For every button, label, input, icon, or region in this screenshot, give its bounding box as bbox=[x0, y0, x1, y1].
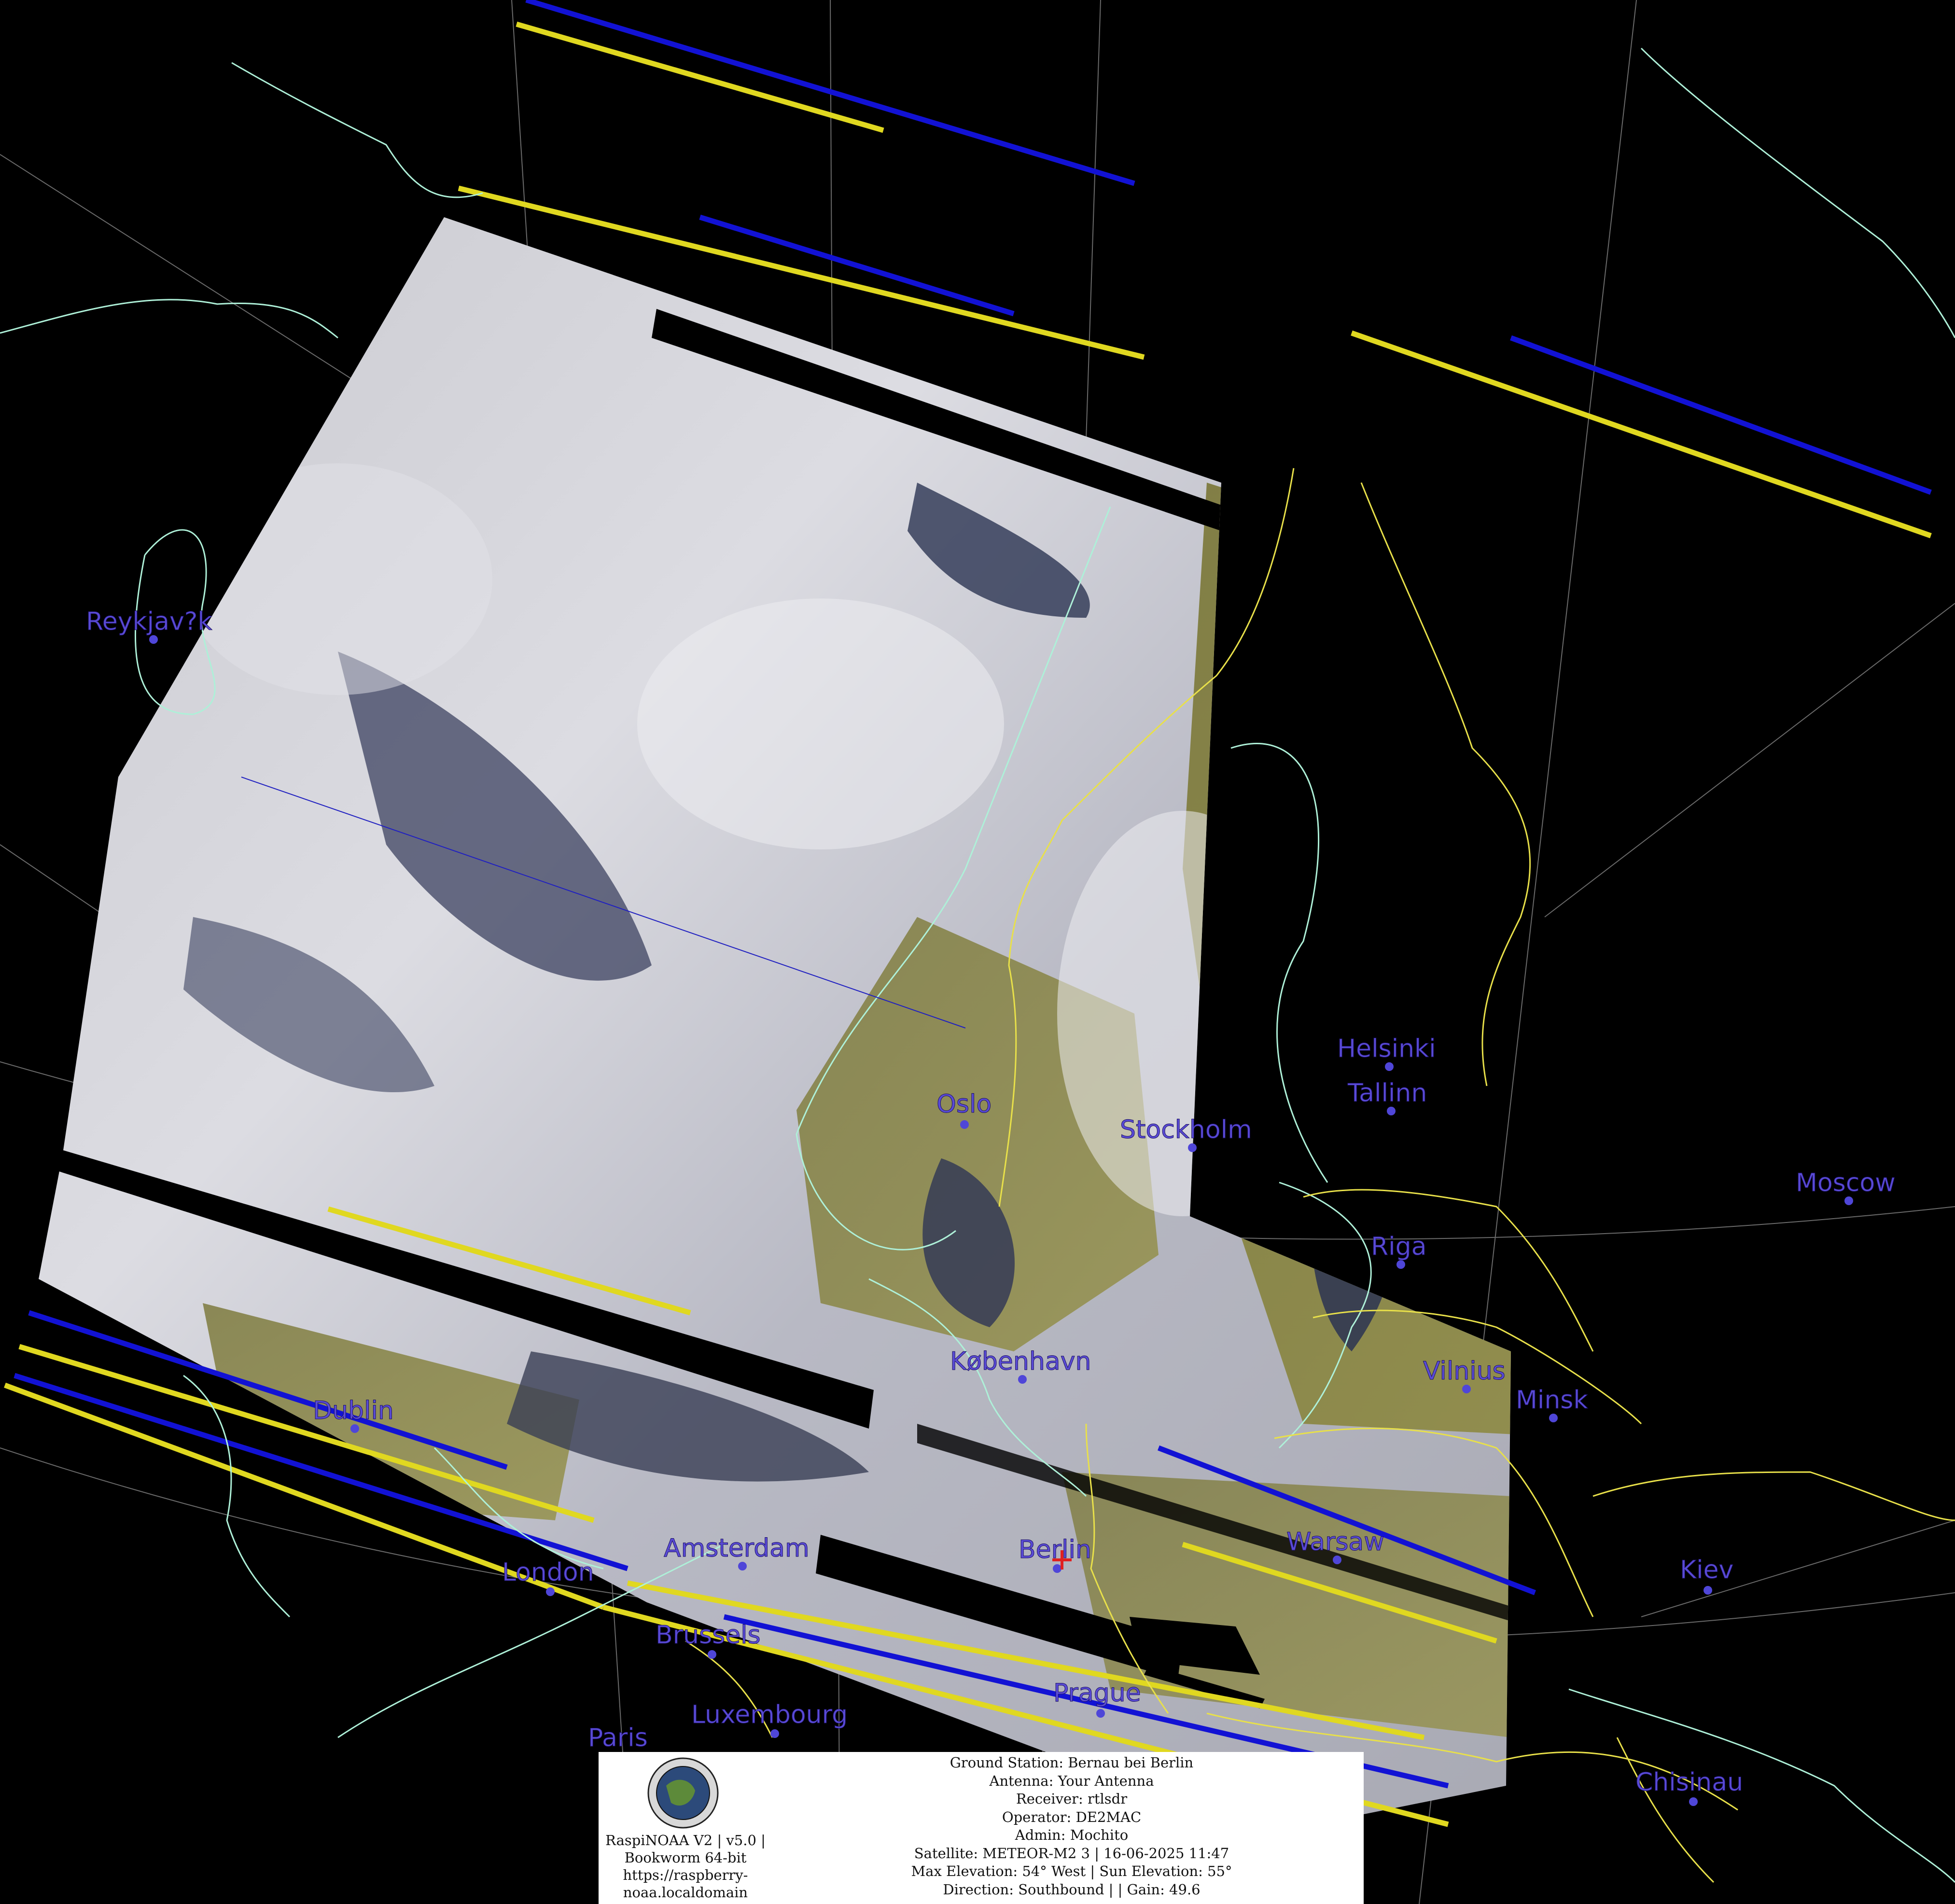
svg-text:Reykjav?k: Reykjav?k bbox=[86, 607, 212, 636]
receiver: Receiver: rtlsdr bbox=[1016, 1791, 1128, 1807]
svg-text:Tallinn: Tallinn bbox=[1347, 1079, 1427, 1108]
svg-text:Moscow: Moscow bbox=[1796, 1168, 1896, 1197]
svg-text:Chisinau: Chisinau bbox=[1635, 1768, 1743, 1797]
raspinoaa-logo-icon bbox=[647, 1757, 719, 1829]
city-brussels: Brussels bbox=[656, 1621, 761, 1659]
svg-text:Dublin: Dublin bbox=[313, 1396, 394, 1425]
ground-station: Ground Station: Bernau bei Berlin bbox=[950, 1754, 1194, 1771]
pass-info-panel: RaspiNOAA V2 | v5.0 | Bookworm 64-bit ht… bbox=[599, 1752, 1364, 1904]
svg-text:Luxembourg: Luxembourg bbox=[691, 1700, 848, 1729]
city-paris: Paris bbox=[588, 1723, 648, 1753]
city-minsk: Minsk bbox=[1516, 1386, 1588, 1422]
satellite-swath bbox=[39, 217, 1511, 1834]
city-london: London bbox=[502, 1558, 594, 1596]
direction-gain: Direction: Southbound | | Gain: 49.6 bbox=[943, 1881, 1201, 1898]
satellite-map: Reykjav?k Helsinki Tallinn Oslo Stockhol… bbox=[0, 0, 1955, 1904]
svg-text:Oslo: Oslo bbox=[936, 1090, 991, 1119]
elevation: Max Elevation: 54° West | Sun Elevation:… bbox=[911, 1863, 1232, 1879]
operator: Operator: DE2MAC bbox=[1002, 1808, 1142, 1825]
os-version: Bookworm 64-bit bbox=[624, 1849, 747, 1866]
svg-text:Minsk: Minsk bbox=[1516, 1386, 1588, 1415]
city-kiev: Kiev bbox=[1680, 1556, 1734, 1595]
satellite: Satellite: METEOR-M2 3 | 16-06-2025 11:4… bbox=[914, 1845, 1229, 1862]
url-line-1: https://raspberry- bbox=[623, 1867, 748, 1883]
city-tallinn: Tallinn bbox=[1347, 1079, 1427, 1115]
software-info: RaspiNOAA V2 | v5.0 | Bookworm 64-bit ht… bbox=[599, 1832, 772, 1901]
svg-text:København: København bbox=[950, 1347, 1091, 1376]
svg-text:Riga: Riga bbox=[1371, 1232, 1426, 1261]
svg-text:Paris: Paris bbox=[588, 1723, 648, 1752]
svg-text:Kiev: Kiev bbox=[1680, 1556, 1733, 1584]
city-riga: Riga bbox=[1371, 1232, 1427, 1269]
svg-text:London: London bbox=[502, 1558, 594, 1587]
city-moscow: Moscow bbox=[1796, 1168, 1896, 1205]
url-line-2: noaa.localdomain bbox=[623, 1884, 748, 1901]
svg-text:Brussels: Brussels bbox=[656, 1621, 761, 1650]
svg-text:Prague: Prague bbox=[1053, 1679, 1141, 1708]
city-helsinki: Helsinki bbox=[1337, 1034, 1436, 1071]
svg-text:Helsinki: Helsinki bbox=[1337, 1034, 1436, 1063]
svg-text:Vilnius: Vilnius bbox=[1423, 1357, 1506, 1386]
station-info: Ground Station: Bernau bei Berlin Antenn… bbox=[782, 1754, 1361, 1899]
city-chisinau: Chisinau bbox=[1635, 1768, 1744, 1806]
antenna: Antenna: Your Antenna bbox=[989, 1772, 1154, 1789]
city-reykjavik: Reykjav?k bbox=[86, 607, 212, 644]
svg-text:Stockholm: Stockholm bbox=[1120, 1115, 1252, 1144]
svg-text:Warsaw: Warsaw bbox=[1286, 1528, 1384, 1557]
admin: Admin: Mochito bbox=[1015, 1827, 1129, 1843]
svg-text:Amsterdam: Amsterdam bbox=[664, 1534, 810, 1563]
software-version: RaspiNOAA V2 | v5.0 | bbox=[605, 1832, 766, 1848]
